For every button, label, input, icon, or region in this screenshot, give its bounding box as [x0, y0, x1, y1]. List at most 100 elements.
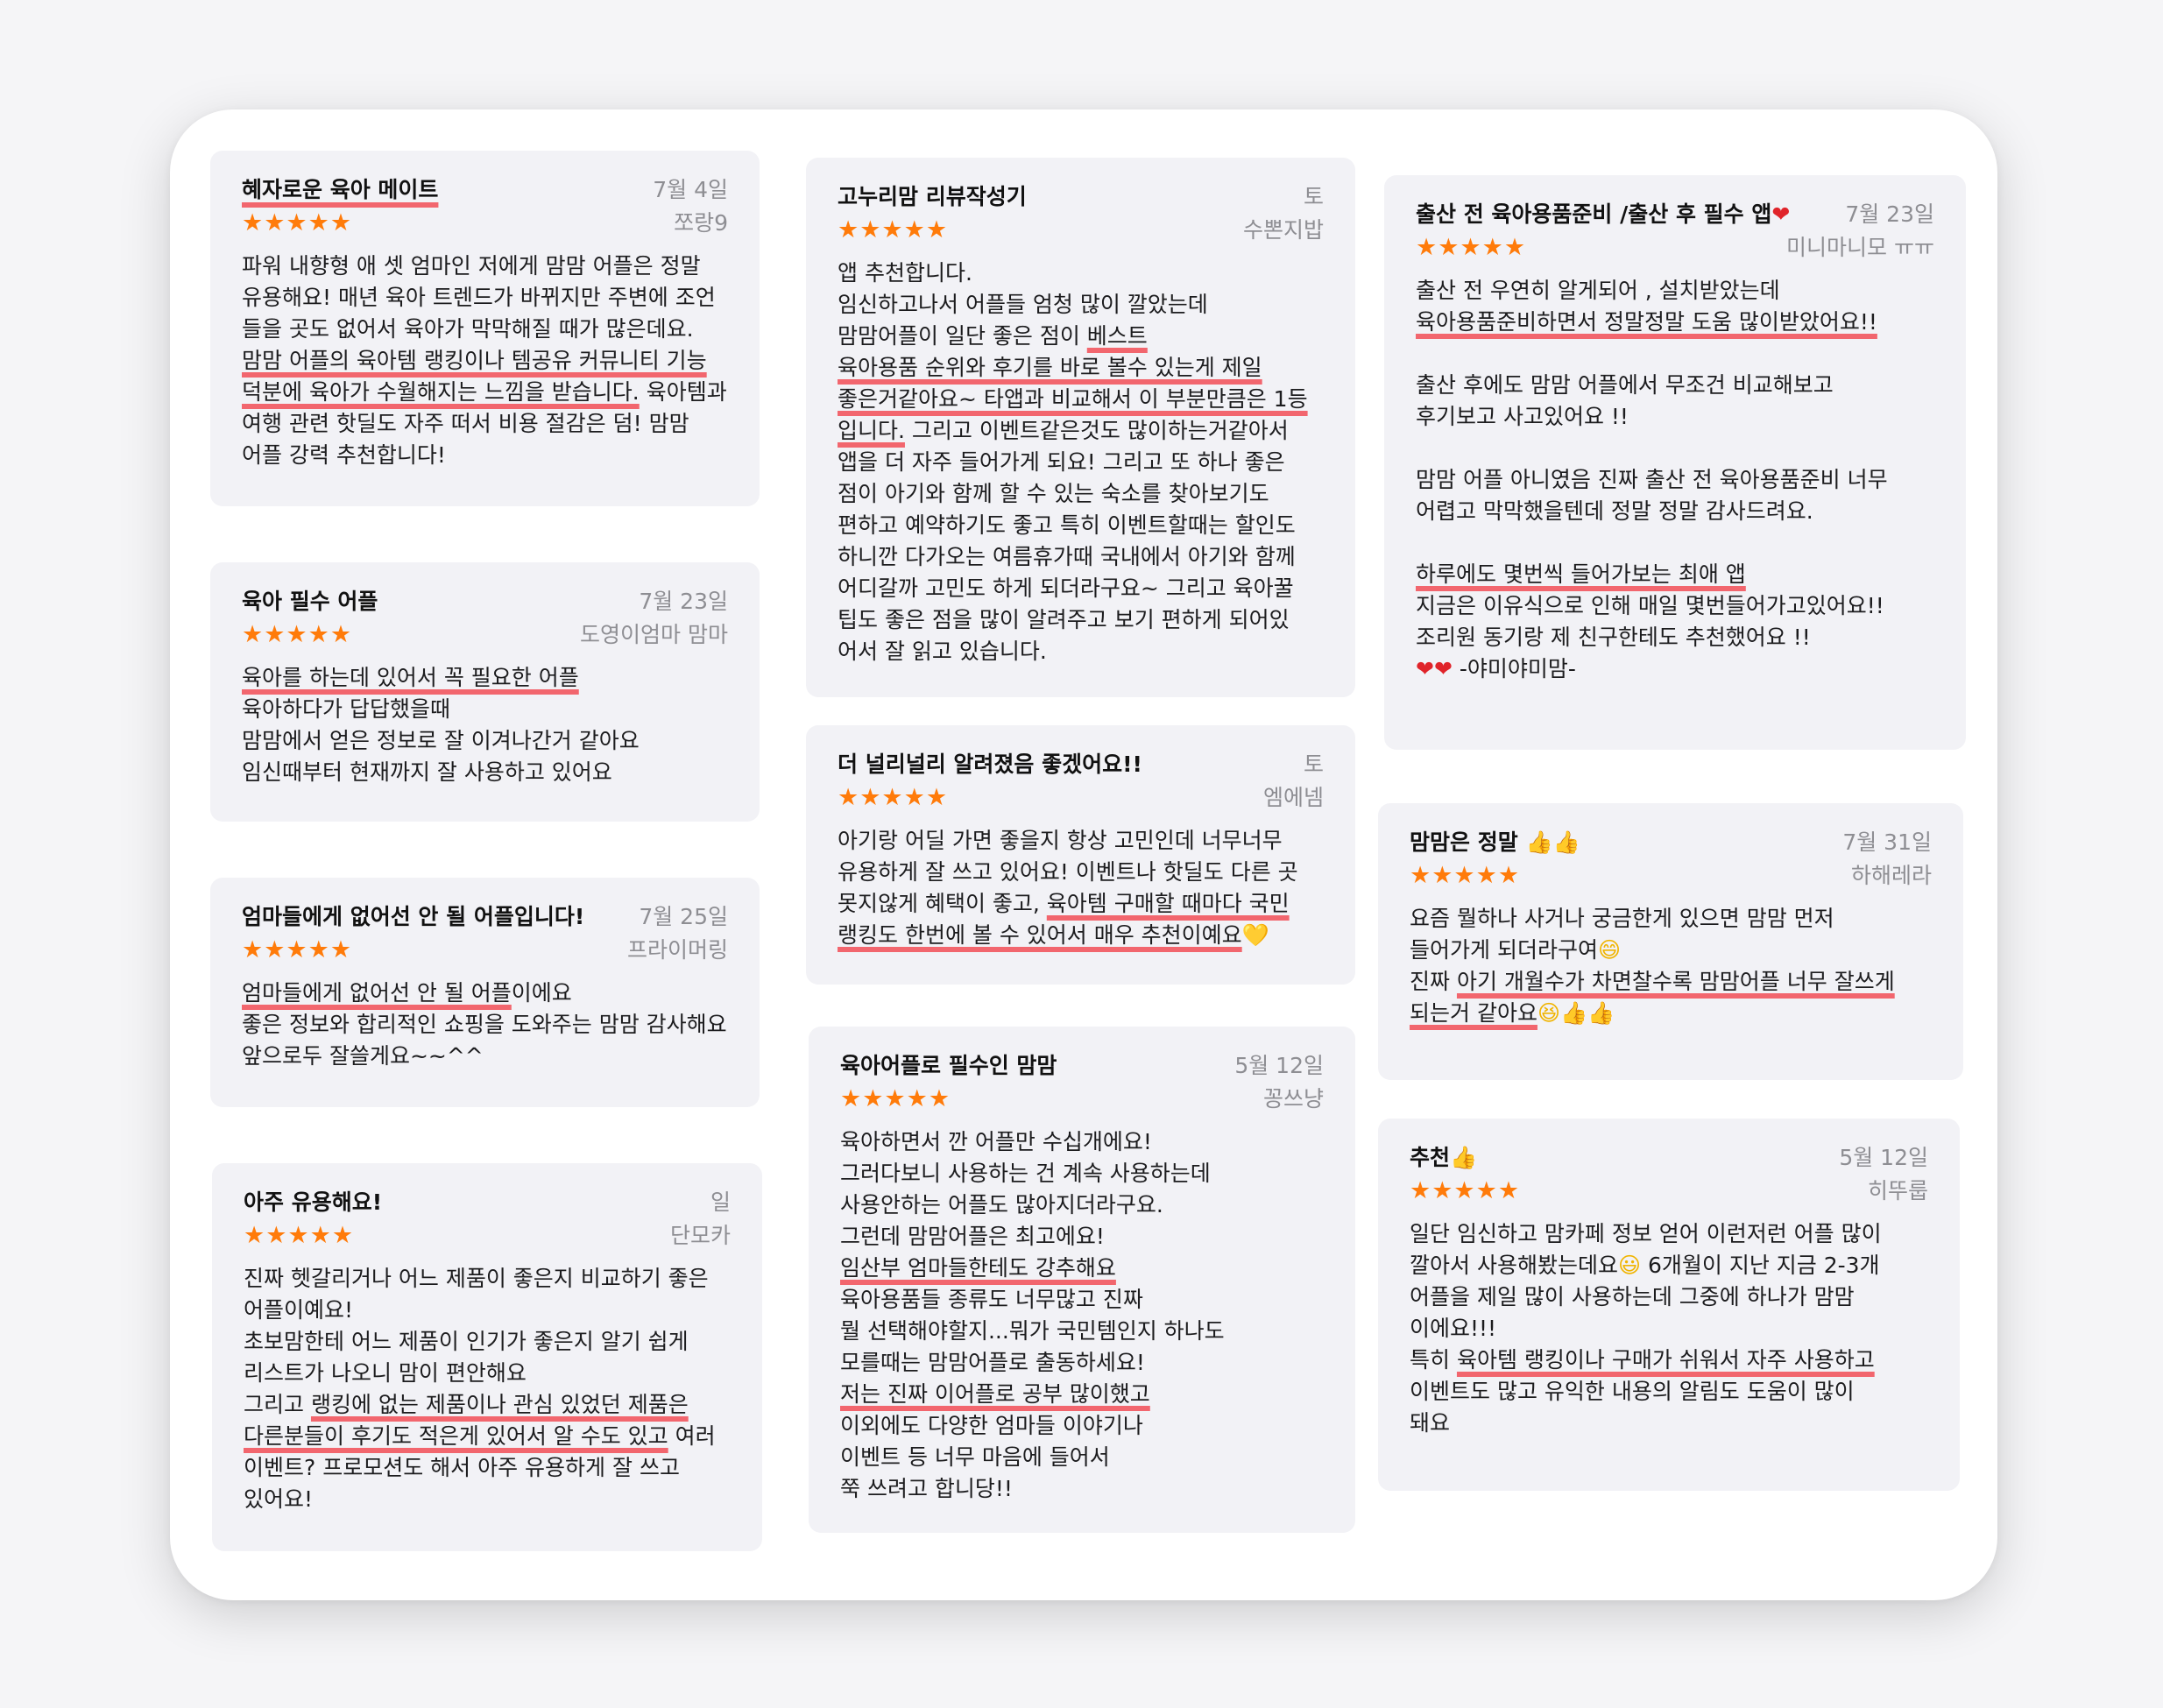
review-line: ❤❤ -야미야미맘- [1416, 653, 1934, 685]
review-line: 뭘 선택해야할지...뭐가 국민템인지 하나도 [840, 1318, 1225, 1344]
review-line: 어플 강력 추천합니다! [242, 442, 446, 468]
review-line: 리스트가 나오니 맘이 편안해요 [244, 1360, 527, 1386]
review-line: 출산 전 우연히 알게되어 , 설치받았는데 [1416, 278, 1780, 303]
review-line: 하니깐 다가오는 여름휴가때 국내에서 아기와 함께 [838, 544, 1296, 569]
review-line: 어렵고 막막했을텐데 정말 정말 감사드려요. [1416, 498, 1813, 524]
review-date: 7월 23일 [1845, 201, 1934, 227]
star-rating: ★★★★★ [242, 936, 353, 963]
review-title: 출산 전 육아용품준비 /출산 후 필수 앱❤ [1416, 200, 1790, 229]
review-line: 어서 잘 읽고 있습니다. [838, 639, 1047, 664]
review-date: 5월 12일 [1839, 1145, 1928, 1170]
review-line: 엄마들에게 없어선 안 될 어플이에요 [242, 978, 728, 1009]
star-rating: ★★★★★ [242, 209, 353, 236]
review-body: 엄마들에게 없어선 안 될 어플이에요 좋은 정보와 합리적인 쇼핑을 도와주는… [242, 978, 728, 1072]
review-line: 돼요 [1410, 1410, 1451, 1436]
review-card: 육아 필수 어플 7월 23일 ★★★★★ 도영이엄마 맘마 육아를 하는데 있… [210, 562, 760, 822]
review-date: 토 [1303, 752, 1324, 777]
review-line: 육아용품준비하면서 정말정말 도움 많이받았어요!! [1416, 307, 1934, 338]
highlighted-text: 베스트 [1086, 323, 1148, 349]
highlighted-text: 저는 진짜 이어플로 공부 많이했고 [840, 1381, 1150, 1407]
review-title: 육아어플로 필수인 맘맘 [840, 1053, 1057, 1078]
review-line: 맘맘어플이 일단 좋은 점이 베스트 [838, 321, 1324, 352]
review-line: 후기보고 사고있어요 !! [1416, 404, 1629, 429]
review-title: 고누리맘 리뷰작성기 [838, 184, 1027, 209]
review-line: 입니다. 그리고 이벤트같은것도 많이하는거같아서 [838, 415, 1324, 447]
review-line: 이에요!!! [1410, 1316, 1497, 1341]
highlighted-line: 육아용품 순위와 후기를 바로 볼수 있는게 제일 [838, 355, 1262, 380]
review-line: 이외에도 다양한 엄마들 이야기나 [840, 1413, 1143, 1438]
highlighted-text: 임산부 엄마들한테도 강추해요 [840, 1255, 1116, 1281]
review-line: 요즘 뭘하나 사거나 궁금한게 있으면 맘맘 먼저 [1410, 906, 1834, 931]
review-line: 사용안하는 어플도 많아지더라구요. [840, 1192, 1163, 1217]
review-date: 7월 4일 [653, 177, 728, 202]
review-card: 출산 전 육아용품준비 /출산 후 필수 앱❤ 7월 23일 ★★★★★ 미니마… [1384, 175, 1966, 750]
star-rating: ★★★★★ [838, 216, 949, 243]
highlighted-text: 육아용품준비하면서 정말정말 도움 많이받았어요!! [1416, 309, 1877, 335]
review-author: 도영이엄마 맘마 [580, 622, 728, 647]
highlighted-line: 좋은거같아요~ 타앱과 비교해서 이 부분만큼은 1등 [838, 386, 1308, 412]
review-title: 더 널리널리 알려졌음 좋겠어요!! [838, 752, 1142, 777]
review-line: 여행 관련 핫딜도 자주 떠서 비용 절감은 덤! 맘맘 [242, 411, 689, 436]
review-text: 맘맘어플이 일단 좋은 점이 [838, 323, 1087, 349]
review-line: 어디갈까 고민도 하게 되더라구요~ 그리고 육아꿀 [838, 575, 1294, 601]
review-line: 팁도 좋은 점을 많이 알려주고 보기 편하게 되어있 [838, 607, 1290, 632]
highlighted-text: 육아템 구매할 때마다 국민 [1046, 891, 1290, 916]
review-line: 점이 아기와 함께 할 수 있는 숙소를 찾아보기도 [838, 481, 1269, 506]
yellow-heart-icon: 💛 [1241, 922, 1269, 948]
highlighted-text: 육아를 하는데 있어서 꼭 필요한 어플 [242, 665, 579, 690]
review-line: 파워 내향형 애 셋 엄마인 저에게 맘맘 어플은 정말 [242, 253, 701, 279]
review-line: 임신때부터 현재까지 잘 사용하고 있어요 [242, 759, 612, 785]
review-line: 앱 추천합니다. [838, 260, 972, 286]
review-text: 들어가게 되더라구여 [1410, 937, 1598, 963]
review-title: 혜자로운 육아 메이트 [242, 177, 439, 202]
star-rating: ★★★★★ [1410, 1177, 1521, 1204]
review-line: 유용하게 잘 쓰고 있어요! 이벤트나 핫딜도 다른 곳 [838, 859, 1298, 885]
highlighted-text: 입니다. [838, 418, 905, 443]
highlighted-text: 다른분들이 후기도 적은게 있어서 알 수도 있고 [244, 1423, 668, 1449]
review-text: 그리고 이벤트같은것도 많이하는거같아서 [904, 418, 1289, 443]
star-rating: ★★★★★ [838, 784, 949, 811]
review-author: 단모카 [669, 1223, 731, 1248]
review-line: 어플을 제일 많이 사용하는데 그중에 하나가 맘맘 [1410, 1284, 1855, 1309]
thumbs-up-icon: 👍👍 [1525, 829, 1580, 855]
review-body: 아기랑 어딜 가면 좋을지 항상 고민인데 너무너무 유용하게 잘 쓰고 있어요… [838, 825, 1324, 951]
review-text: -야미야미맘- [1452, 656, 1576, 681]
review-line: 임신하고나서 어플들 엄청 많이 깔았는데 [838, 292, 1208, 317]
review-body: 앱 추천합니다. 임신하고나서 어플들 엄청 많이 깔았는데 맘맘어플이 일단 … [838, 258, 1324, 667]
review-line: 육아하다가 답답했을때 [242, 696, 450, 722]
review-card: 맘맘은 정말 👍👍 7월 31일 ★★★★★ 하해레라 요즘 뭘하나 사거나 궁… [1378, 803, 1963, 1080]
review-line: 이벤트? 프로모션도 해서 아주 유용하게 잘 쓰고 [244, 1455, 680, 1480]
highlighted-text: 아기 개월수가 차면찰수록 맘맘어플 너무 잘쓰게 [1456, 969, 1895, 994]
review-line: 아기랑 어딜 가면 좋을지 항상 고민인데 너무너무 [838, 828, 1283, 853]
review-line: 되는거 같아요😆👍👍 [1410, 998, 1932, 1029]
highlighted-text: 엄마들에게 없어선 안 될 어플 [242, 980, 512, 1006]
review-line: 유용해요! 매년 육아 트렌드가 바뀌지만 주변에 조언 [242, 285, 716, 310]
star-rating: ★★★★★ [1410, 862, 1521, 889]
review-line: 그러다보니 사용하는 건 계속 사용하는데 [840, 1161, 1211, 1186]
review-line: 일단 임신하고 맘카페 정보 얻어 이런저런 어플 많이 [1410, 1221, 1882, 1246]
review-author: 꽁쓰냥 [1262, 1086, 1324, 1112]
review-text: 6개월이 지난 지금 2-3개 [1641, 1253, 1880, 1278]
review-line: 진짜 헷갈리거나 어느 제품이 좋은지 비교하기 좋은 [244, 1266, 709, 1291]
highlighted-text: 육아템 랭킹이나 구매가 쉬워서 자주 사용하고 [1456, 1347, 1875, 1373]
review-line: 들을 곳도 없어서 육아가 막막해질 때가 많은데요. [242, 316, 694, 342]
review-body: 요즘 뭘하나 사거나 궁금한게 있으면 맘맘 먼저 들어가게 되더라구여😄 진짜… [1410, 903, 1932, 1029]
review-title: 엄마들에게 없어선 안 될 어플입니다! [242, 904, 585, 929]
review-date: 일 [710, 1189, 731, 1215]
highlighted-line: 맘맘 어플의 육아템 랭킹이나 템공유 커뮤니티 기능 [242, 348, 707, 373]
review-line: 맘맘 어플 아니였음 진짜 출산 전 육아용품준비 너무 [1416, 467, 1888, 492]
highlighted-text: 랭킹도 한번에 볼 수 있어서 매우 추천이예요 [838, 922, 1242, 948]
red-heart-icon: ❤ [1771, 201, 1791, 227]
review-author: 하해레라 [1850, 863, 1932, 888]
review-body: 일단 임신하고 맘카페 정보 얻어 이런저런 어플 많이 깔아서 사용해봤는데요… [1410, 1218, 1928, 1439]
review-line: 출산 후에도 맘맘 어플에서 무조건 비교해보고 [1416, 372, 1834, 398]
review-text: 그리고 [244, 1392, 311, 1417]
review-line [1416, 433, 1934, 464]
highlighted-text: 덕분에 육아가 수월해지는 느낌을 받습니다. [242, 379, 640, 405]
review-line: 조리원 동기랑 제 친구한테도 추천했어요 !! [1416, 625, 1811, 650]
review-line: 다른분들이 후기도 적은게 있어서 알 수도 있고 여러 [244, 1421, 731, 1452]
star-rating: ★★★★★ [1416, 234, 1527, 261]
review-title-text: 추천 [1410, 1145, 1451, 1170]
review-line: 쭉 쓰려고 합니당!! [840, 1476, 1013, 1501]
review-title: 아주 유용해요! [244, 1189, 383, 1215]
